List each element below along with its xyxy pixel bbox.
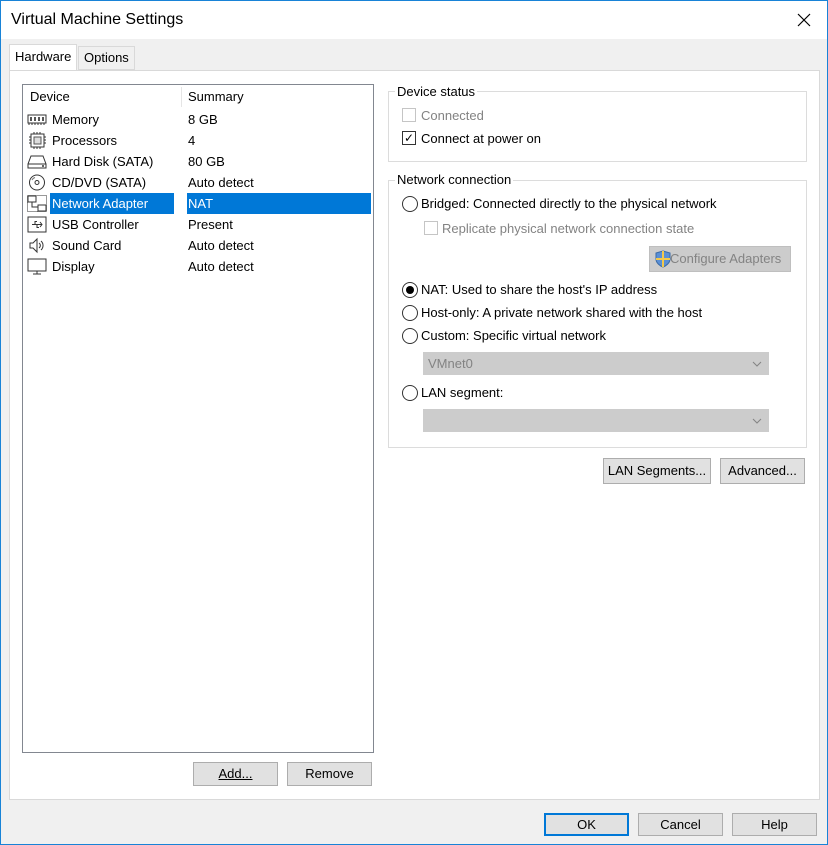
help-button[interactable]: Help (732, 813, 817, 836)
selection-highlight (187, 193, 371, 214)
cd-dvd-icon (27, 174, 47, 191)
device-name: Memory (52, 112, 99, 127)
checkmark-icon: ✓ (404, 131, 415, 145)
device-list[interactable]: Device Summary Memory 8 GB Processors 4 … (22, 84, 374, 753)
device-row-cd-dvd[interactable]: CD/DVD (SATA) Auto detect (23, 172, 373, 193)
bridged-radio[interactable] (402, 196, 418, 212)
ok-button[interactable]: OK (544, 813, 629, 836)
device-name: Processors (52, 133, 118, 148)
chevron-down-icon (752, 353, 762, 382)
custom-network-select[interactable]: VMnet0 (423, 352, 769, 375)
device-name: Network Adapter (50, 193, 174, 214)
device-summary: 80 GB (188, 154, 225, 169)
shield-icon (654, 250, 672, 276)
host-only-radio[interactable] (402, 305, 418, 321)
device-row-memory[interactable]: Memory 8 GB (23, 109, 373, 130)
window-title: Virtual Machine Settings (11, 11, 184, 28)
device-row-usb-controller[interactable]: USB Controller Present (23, 214, 373, 235)
advanced-button[interactable]: Advanced... (720, 458, 805, 484)
sound-card-icon (27, 237, 47, 254)
device-status-title: Device status (395, 84, 478, 99)
close-icon[interactable] (781, 1, 827, 39)
lan-segment-radio[interactable] (402, 385, 418, 401)
network-adapter-icon (27, 195, 47, 212)
title-bar: Virtual Machine Settings (1, 1, 827, 39)
nat-radio[interactable] (402, 282, 418, 298)
device-summary: 4 (188, 133, 196, 148)
device-row-sound-card[interactable]: Sound Card Auto detect (23, 235, 373, 256)
bridged-label: Bridged: Connected directly to the physi… (421, 196, 717, 211)
device-row-network-adapter[interactable]: Network Adapter NAT (23, 193, 373, 214)
device-name: USB Controller (52, 217, 139, 232)
memory-icon (27, 111, 47, 128)
remove-device-button[interactable]: Remove (287, 762, 372, 786)
tab-hardware[interactable]: Hardware (9, 44, 78, 70)
nat-label: NAT: Used to share the host's IP address (421, 282, 658, 297)
device-name: Hard Disk (SATA) (52, 154, 154, 169)
configure-adapters-button[interactable]: Configure Adapters (649, 246, 791, 272)
device-row-hard-disk[interactable]: Hard Disk (SATA) 80 GB (23, 151, 373, 172)
lan-segment-select[interactable] (423, 409, 769, 432)
lan-segments-button[interactable]: LAN Segments... (603, 458, 711, 484)
device-summary: Auto detect (188, 259, 254, 274)
add-device-button[interactable]: Add... (193, 762, 278, 786)
lan-segment-label: LAN segment: (421, 385, 504, 400)
connect-at-power-on-checkbox[interactable]: ✓ (402, 131, 416, 145)
device-row-display[interactable]: Display Auto detect (23, 256, 373, 277)
custom-radio[interactable] (402, 328, 418, 344)
replicate-state-checkbox[interactable] (424, 221, 438, 235)
device-name: Sound Card (52, 238, 122, 253)
device-summary: Present (188, 217, 233, 232)
device-summary: 8 GB (188, 112, 218, 127)
device-row-processors[interactable]: Processors 4 (23, 130, 373, 151)
device-status-group (388, 91, 807, 162)
device-summary: Auto detect (188, 175, 254, 190)
column-header-summary[interactable]: Summary (188, 85, 244, 109)
column-header-device[interactable]: Device (30, 85, 70, 109)
connect-at-power-on-label: Connect at power on (421, 131, 541, 146)
custom-label: Custom: Specific virtual network (421, 328, 606, 343)
network-connection-title: Network connection (395, 172, 514, 187)
device-summary: NAT (188, 196, 214, 211)
device-summary: Auto detect (188, 238, 254, 253)
display-icon (27, 258, 47, 275)
tab-options[interactable]: Options (78, 46, 135, 70)
hard-disk-icon (27, 153, 47, 170)
connected-label: Connected (421, 108, 484, 123)
column-divider[interactable] (181, 87, 182, 107)
connected-checkbox[interactable] (402, 108, 416, 122)
radio-selected-dot (406, 286, 414, 294)
chevron-down-icon (752, 410, 762, 439)
device-name: CD/DVD (SATA) (52, 175, 147, 190)
processor-icon (27, 132, 47, 149)
host-only-label: Host-only: A private network shared with… (421, 305, 703, 320)
device-name: Display (52, 259, 95, 274)
usb-controller-icon (27, 216, 47, 233)
replicate-state-label: Replicate physical network connection st… (442, 221, 695, 236)
cancel-button[interactable]: Cancel (638, 813, 723, 836)
